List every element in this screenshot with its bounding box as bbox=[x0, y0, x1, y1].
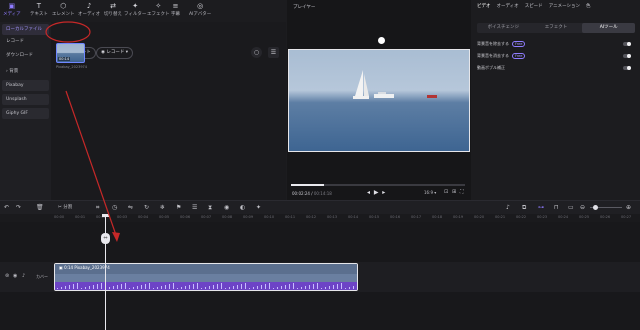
annotation-arrow bbox=[65, 90, 118, 239]
app-window: ▣ メディア T テキスト ⬡ エレメント ♪ オーディオ ⇄ 切り替え ✦ フィルター ✧ エフェクト ≡… bbox=[0, 0, 640, 330]
annotation-overlay bbox=[45, 21, 120, 242]
annotation-circle bbox=[45, 21, 91, 43]
annotation-arrowhead bbox=[112, 232, 120, 242]
